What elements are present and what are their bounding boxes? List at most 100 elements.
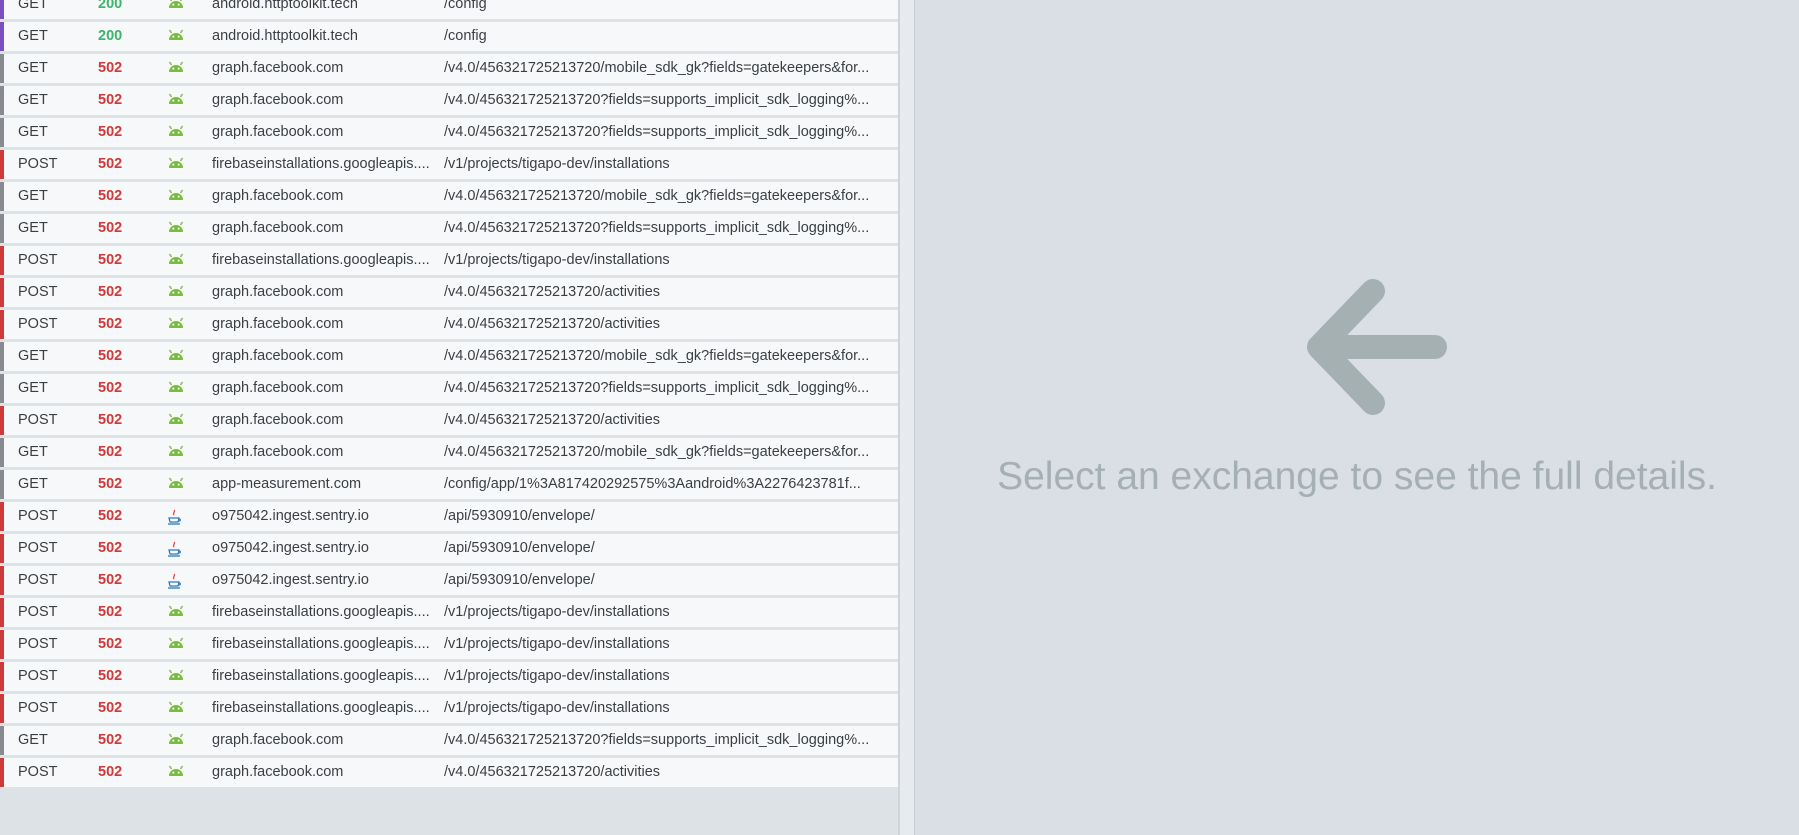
android-icon bbox=[167, 86, 191, 115]
request-path: /v4.0/456321725213720?fields=supports_im… bbox=[444, 220, 870, 236]
request-host: firebaseinstallations.googleapis.... bbox=[212, 668, 430, 684]
category-marker bbox=[0, 534, 4, 563]
exchange-row[interactable]: POST 502 firebaseinstallations.googleapis.… bbox=[0, 246, 898, 275]
exchange-row[interactable]: GET 502 graph.facebook.com/v4.0/4563217252… bbox=[0, 214, 898, 243]
exchange-list-pane[interactable]: GET 200 android.httptoolkit.tech/config GET… bbox=[0, 0, 898, 835]
exchange-row[interactable]: POST 502 firebaseinstallations.googleapis.… bbox=[0, 662, 898, 691]
category-marker bbox=[0, 438, 4, 467]
request-method: POST bbox=[18, 764, 58, 780]
request-path: /v1/projects/tigapo-dev/installations bbox=[444, 252, 670, 268]
status-code: 502 bbox=[98, 348, 123, 364]
request-method: GET bbox=[18, 380, 48, 396]
category-marker bbox=[0, 214, 4, 243]
android-icon bbox=[167, 630, 191, 659]
category-marker bbox=[0, 310, 4, 339]
exchange-row[interactable]: POST 502 o975042.ingest.sentry.io/api/5930… bbox=[0, 502, 898, 531]
android-icon bbox=[167, 470, 191, 499]
request-host: android.httptoolkit.tech bbox=[212, 0, 358, 12]
exchange-row[interactable]: GET 200 android.httptoolkit.tech/config bbox=[0, 0, 898, 19]
exchange-row[interactable]: GET 502 graph.facebook.com/v4.0/4563217252… bbox=[0, 54, 898, 83]
status-code: 502 bbox=[98, 92, 123, 108]
category-marker bbox=[0, 566, 4, 595]
category-marker bbox=[0, 662, 4, 691]
android-icon bbox=[167, 758, 191, 787]
android-icon bbox=[167, 118, 191, 147]
exchange-row[interactable]: POST 502 firebaseinstallations.googleapis.… bbox=[0, 630, 898, 659]
status-code: 502 bbox=[98, 636, 123, 652]
request-host: graph.facebook.com bbox=[212, 60, 344, 76]
app-window: GET 200 android.httptoolkit.tech/config GET… bbox=[0, 0, 1799, 835]
android-icon bbox=[167, 310, 191, 339]
request-method: POST bbox=[18, 508, 58, 524]
request-path: /v4.0/456321725213720/activities bbox=[444, 284, 661, 300]
request-method: GET bbox=[18, 220, 48, 236]
request-path: /v1/projects/tigapo-dev/installations bbox=[444, 668, 670, 684]
android-icon bbox=[167, 182, 191, 211]
request-path: /v1/projects/tigapo-dev/installations bbox=[444, 700, 670, 716]
status-code: 502 bbox=[98, 156, 123, 172]
request-host: graph.facebook.com bbox=[212, 284, 344, 300]
status-code: 200 bbox=[98, 28, 123, 44]
request-host: android.httptoolkit.tech bbox=[212, 28, 358, 44]
request-method: GET bbox=[18, 0, 48, 12]
pane-splitter[interactable] bbox=[898, 0, 915, 835]
exchange-row[interactable]: POST 502 firebaseinstallations.googleapis.… bbox=[0, 598, 898, 627]
request-path: /v4.0/456321725213720/activities bbox=[444, 764, 661, 780]
request-path: /config bbox=[444, 0, 487, 12]
request-host: firebaseinstallations.googleapis.... bbox=[212, 156, 430, 172]
request-path: /config/app/1%3A817420292575%3Aandroid%3… bbox=[444, 476, 861, 492]
request-method: POST bbox=[18, 412, 58, 428]
request-host: graph.facebook.com bbox=[212, 124, 344, 140]
request-path: /api/5930910/envelope/ bbox=[444, 508, 595, 524]
exchange-row[interactable]: GET 502 graph.facebook.com/v4.0/4563217252… bbox=[0, 726, 898, 755]
status-code: 502 bbox=[98, 380, 123, 396]
exchange-row[interactable]: POST 502 o975042.ingest.sentry.io/api/5930… bbox=[0, 566, 898, 595]
category-marker bbox=[0, 22, 4, 51]
exchange-list: GET 200 android.httptoolkit.tech/config GET… bbox=[0, 0, 898, 790]
request-path: /v4.0/456321725213720/mobile_sdk_gk?fiel… bbox=[444, 444, 870, 460]
request-host: o975042.ingest.sentry.io bbox=[212, 508, 369, 524]
exchange-row[interactable]: POST 502 graph.facebook.com/v4.0/456321725… bbox=[0, 310, 898, 339]
exchange-row[interactable]: GET 502 graph.facebook.com/v4.0/4563217252… bbox=[0, 118, 898, 147]
exchange-row[interactable]: POST 502 graph.facebook.com/v4.0/456321725… bbox=[0, 758, 898, 787]
exchange-row[interactable]: GET 502 graph.facebook.com/v4.0/4563217252… bbox=[0, 438, 898, 467]
request-path: /v4.0/456321725213720/mobile_sdk_gk?fiel… bbox=[444, 348, 870, 364]
request-method: POST bbox=[18, 700, 58, 716]
category-marker bbox=[0, 182, 4, 211]
category-marker bbox=[0, 342, 4, 371]
android-icon bbox=[167, 374, 191, 403]
request-path: /v4.0/456321725213720/activities bbox=[444, 412, 661, 428]
exchange-row[interactable]: POST 502 graph.facebook.com/v4.0/456321725… bbox=[0, 278, 898, 307]
request-host: graph.facebook.com bbox=[212, 188, 344, 204]
status-code: 502 bbox=[98, 220, 123, 236]
request-method: POST bbox=[18, 252, 58, 268]
status-code: 502 bbox=[98, 284, 123, 300]
category-marker bbox=[0, 726, 4, 755]
request-path: /api/5930910/envelope/ bbox=[444, 540, 595, 556]
exchange-row[interactable]: POST 502 firebaseinstallations.googleapis.… bbox=[0, 150, 898, 179]
request-method: GET bbox=[18, 732, 48, 748]
android-icon bbox=[167, 694, 191, 723]
exchange-row[interactable]: GET 502 graph.facebook.com/v4.0/4563217252… bbox=[0, 182, 898, 211]
request-path: /v1/projects/tigapo-dev/installations bbox=[444, 604, 670, 620]
exchange-row[interactable]: GET 502 graph.facebook.com/v4.0/4563217252… bbox=[0, 374, 898, 403]
exchange-row[interactable]: GET 502 graph.facebook.com/v4.0/4563217252… bbox=[0, 342, 898, 371]
exchange-row[interactable]: POST 502 o975042.ingest.sentry.io/api/5930… bbox=[0, 534, 898, 563]
request-host: graph.facebook.com bbox=[212, 732, 344, 748]
exchange-row[interactable]: GET 200 android.httptoolkit.tech/config bbox=[0, 22, 898, 51]
exchange-row[interactable]: POST 502 firebaseinstallations.googleapis.… bbox=[0, 694, 898, 723]
java-icon bbox=[167, 534, 191, 563]
android-icon bbox=[167, 22, 191, 51]
exchange-row[interactable]: POST 502 graph.facebook.com/v4.0/456321725… bbox=[0, 406, 898, 435]
exchange-row[interactable]: GET 502 app-measurement.com/config/app/1%3… bbox=[0, 470, 898, 499]
request-method: POST bbox=[18, 284, 58, 300]
request-path: /v4.0/456321725213720?fields=supports_im… bbox=[444, 92, 870, 108]
status-code: 502 bbox=[98, 124, 123, 140]
splitter-grip[interactable] bbox=[898, 0, 900, 835]
request-host: app-measurement.com bbox=[212, 476, 362, 492]
request-method: POST bbox=[18, 316, 58, 332]
android-icon bbox=[167, 438, 191, 467]
exchange-row[interactable]: GET 502 graph.facebook.com/v4.0/4563217252… bbox=[0, 86, 898, 115]
android-icon bbox=[167, 214, 191, 243]
request-path: /v4.0/456321725213720/mobile_sdk_gk?fiel… bbox=[444, 60, 870, 76]
